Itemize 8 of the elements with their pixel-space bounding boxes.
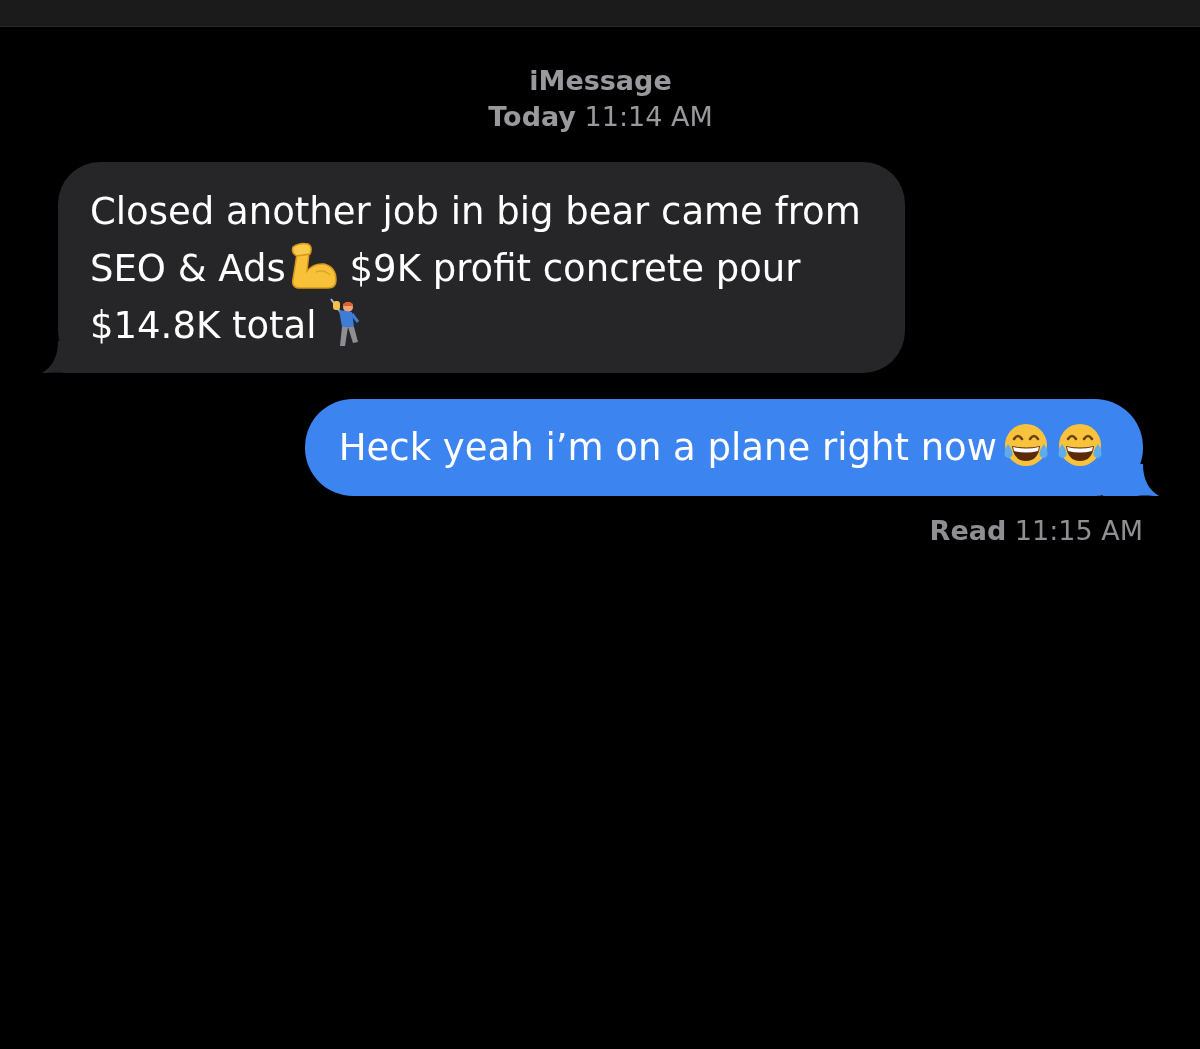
service-label: iMessage — [529, 64, 672, 98]
laughing-face-icon — [1003, 422, 1049, 468]
read-receipt: Read 11:15 AM — [929, 514, 1143, 548]
message-text: Heck yeah i’m on a plane right now — [338, 419, 1105, 476]
timestamp: Today 11:14 AM — [488, 100, 713, 134]
message-text: Closed another job in big bear came from SEO & Ads $9K profit concrete pour $14.8K total — [90, 189, 862, 350]
laughing-face-icon — [1057, 422, 1103, 468]
golfer-icon — [328, 298, 361, 348]
